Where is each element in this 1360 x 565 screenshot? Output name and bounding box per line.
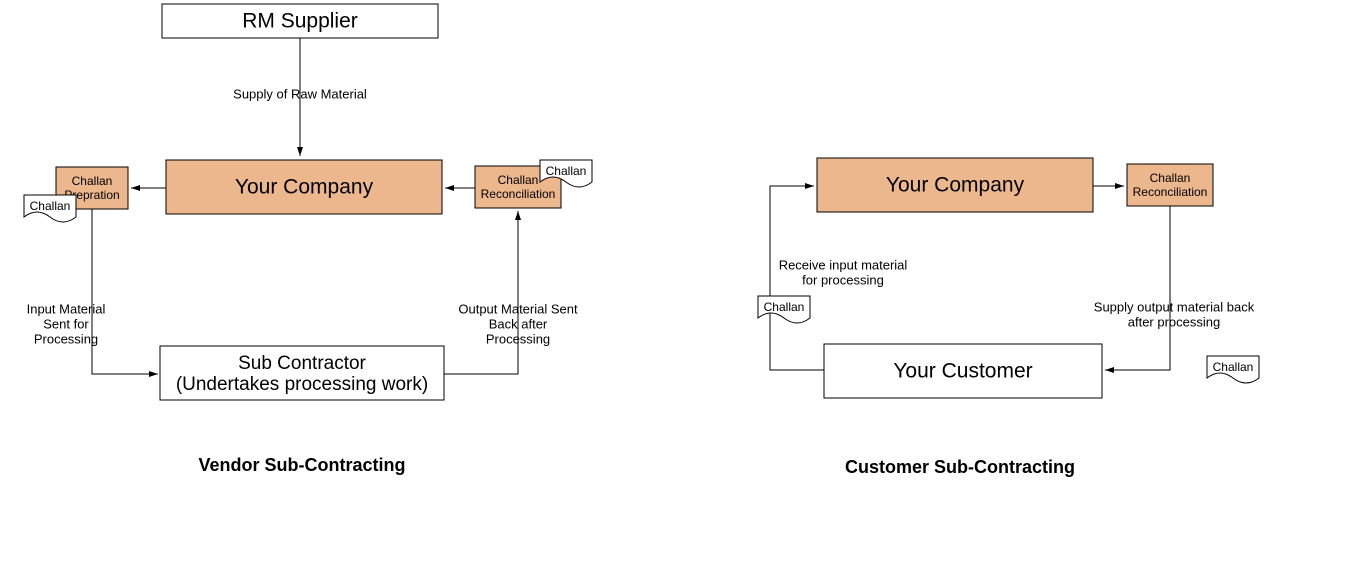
customer-title: Customer Sub-Contracting <box>845 457 1075 477</box>
arrow-supply-output <box>1105 206 1170 370</box>
input-mat-label1: Input Material <box>27 301 106 316</box>
challan-recon-label2-left: Reconciliation <box>481 187 556 201</box>
challan-doc-prep-label: Challan <box>30 199 71 213</box>
output-mat-label2: Back after <box>489 316 548 331</box>
receive-label1: Receive input material <box>779 257 908 272</box>
challan-recon-label2-right: Reconciliation <box>1133 185 1208 199</box>
customer-subcontracting-diagram: Your Company Challan Reconciliation Your… <box>758 158 1259 477</box>
rm-supplier-label: RM Supplier <box>242 10 358 33</box>
arrow-output-material <box>444 211 518 374</box>
supply-raw-label: Supply of Raw Material <box>233 86 367 101</box>
input-mat-label3: Processing <box>34 331 98 346</box>
challan-prep-label1: Challan <box>72 174 113 188</box>
output-mat-label1: Output Material Sent <box>458 301 578 316</box>
input-mat-label2: Sent for <box>43 316 89 331</box>
vendor-title: Vendor Sub-Contracting <box>199 455 406 475</box>
your-customer-label: Your Customer <box>893 360 1032 383</box>
challan-doc-customer-right-label: Challan <box>1213 360 1254 374</box>
challan-doc-customer-left-label: Challan <box>764 300 805 314</box>
challan-doc-recon-left-label: Challan <box>546 164 587 178</box>
supply-label2: after processing <box>1128 314 1221 329</box>
challan-recon-label1-left: Challan <box>498 173 539 187</box>
sub-contractor-label1: Sub Contractor <box>238 353 366 374</box>
your-company-label-right: Your Company <box>886 174 1025 197</box>
arrow-input-material <box>92 209 158 374</box>
vendor-subcontracting-diagram: RM Supplier Supply of Raw Material Your … <box>24 4 592 475</box>
output-mat-label3: Processing <box>486 331 550 346</box>
sub-contractor-label2: (Undertakes processing work) <box>176 374 428 395</box>
challan-recon-label1-right: Challan <box>1150 171 1191 185</box>
your-company-label-left: Your Company <box>235 176 374 199</box>
supply-label1: Supply output material back <box>1094 299 1255 314</box>
receive-label2: for processing <box>802 272 884 287</box>
